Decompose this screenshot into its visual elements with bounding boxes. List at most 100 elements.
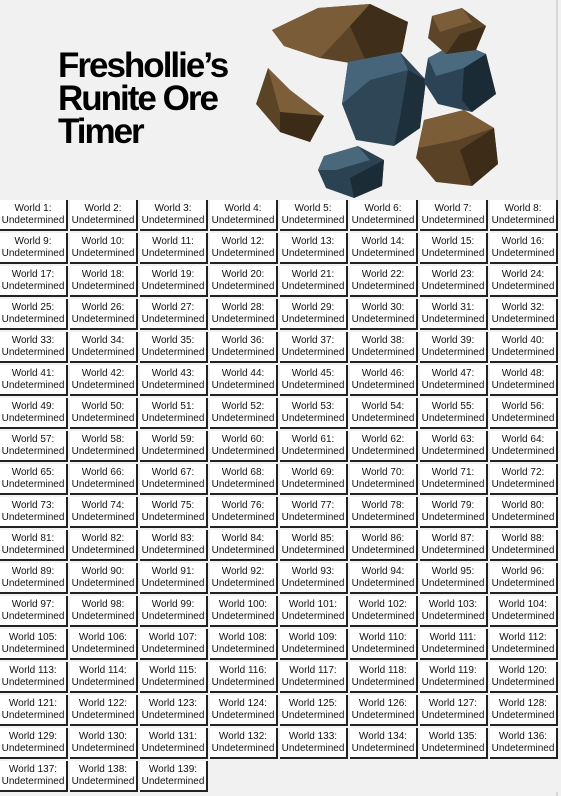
world-cell[interactable]: World 65: Undetermined <box>0 464 68 495</box>
world-cell[interactable]: World 39: Undetermined <box>420 332 488 363</box>
world-cell[interactable]: World 82: Undetermined <box>70 530 138 561</box>
world-cell[interactable]: World 20: Undetermined <box>210 266 278 297</box>
world-cell[interactable]: World 95: Undetermined <box>420 563 488 594</box>
world-cell[interactable]: World 125: Undetermined <box>280 695 348 726</box>
world-cell[interactable]: World 22: Undetermined <box>350 266 418 297</box>
world-cell[interactable]: World 92: Undetermined <box>210 563 278 594</box>
world-cell[interactable]: World 51: Undetermined <box>140 398 208 429</box>
world-cell[interactable]: World 88: Undetermined <box>490 530 558 561</box>
world-cell[interactable]: World 28: Undetermined <box>210 299 278 330</box>
world-cell[interactable]: World 93: Undetermined <box>280 563 348 594</box>
world-cell[interactable]: World 59: Undetermined <box>140 431 208 462</box>
world-cell[interactable]: World 34: Undetermined <box>70 332 138 363</box>
world-cell[interactable]: World 111: Undetermined <box>420 629 488 660</box>
world-cell[interactable]: World 9: Undetermined <box>0 233 68 264</box>
world-cell[interactable]: World 124: Undetermined <box>210 695 278 726</box>
world-cell[interactable]: World 46: Undetermined <box>350 365 418 396</box>
world-cell[interactable]: World 128: Undetermined <box>490 695 558 726</box>
world-cell[interactable]: World 32: Undetermined <box>490 299 558 330</box>
world-cell[interactable]: World 17: Undetermined <box>0 266 68 297</box>
world-cell[interactable]: World 19: Undetermined <box>140 266 208 297</box>
world-cell[interactable]: World 126: Undetermined <box>350 695 418 726</box>
world-cell[interactable]: World 27: Undetermined <box>140 299 208 330</box>
world-cell[interactable]: World 8: Undetermined <box>490 200 558 231</box>
world-cell[interactable]: World 35: Undetermined <box>140 332 208 363</box>
world-cell[interactable]: World 57: Undetermined <box>0 431 68 462</box>
world-cell[interactable]: World 38: Undetermined <box>350 332 418 363</box>
world-cell[interactable]: World 109: Undetermined <box>280 629 348 660</box>
world-cell[interactable]: World 18: Undetermined <box>70 266 138 297</box>
world-cell[interactable]: World 117: Undetermined <box>280 662 348 693</box>
world-cell[interactable]: World 136: Undetermined <box>490 728 558 759</box>
world-cell[interactable]: World 24: Undetermined <box>490 266 558 297</box>
world-cell[interactable]: World 53: Undetermined <box>280 398 348 429</box>
world-cell[interactable]: World 106: Undetermined <box>70 629 138 660</box>
world-cell[interactable]: World 132: Undetermined <box>210 728 278 759</box>
world-cell[interactable]: World 78: Undetermined <box>350 497 418 528</box>
world-cell[interactable]: World 43: Undetermined <box>140 365 208 396</box>
world-cell[interactable]: World 85: Undetermined <box>280 530 348 561</box>
world-cell[interactable]: World 119: Undetermined <box>420 662 488 693</box>
world-cell[interactable]: World 50: Undetermined <box>70 398 138 429</box>
world-cell[interactable]: World 12: Undetermined <box>210 233 278 264</box>
world-cell[interactable]: World 139: Undetermined <box>140 761 208 792</box>
world-cell[interactable]: World 52: Undetermined <box>210 398 278 429</box>
world-cell[interactable]: World 2: Undetermined <box>70 200 138 231</box>
world-cell[interactable]: World 80: Undetermined <box>490 497 558 528</box>
world-cell[interactable]: World 129: Undetermined <box>0 728 68 759</box>
world-cell[interactable]: World 101: Undetermined <box>280 596 348 627</box>
world-cell[interactable]: World 14: Undetermined <box>350 233 418 264</box>
world-cell[interactable]: World 90: Undetermined <box>70 563 138 594</box>
world-cell[interactable]: World 36: Undetermined <box>210 332 278 363</box>
world-cell[interactable]: World 63: Undetermined <box>420 431 488 462</box>
world-cell[interactable]: World 114: Undetermined <box>70 662 138 693</box>
world-cell[interactable]: World 79: Undetermined <box>420 497 488 528</box>
world-cell[interactable]: World 70: Undetermined <box>350 464 418 495</box>
world-cell[interactable]: World 110: Undetermined <box>350 629 418 660</box>
world-cell[interactable]: World 91: Undetermined <box>140 563 208 594</box>
world-cell[interactable]: World 120: Undetermined <box>490 662 558 693</box>
world-cell[interactable]: World 105: Undetermined <box>0 629 68 660</box>
world-cell[interactable]: World 66: Undetermined <box>70 464 138 495</box>
world-cell[interactable]: World 13: Undetermined <box>280 233 348 264</box>
world-cell[interactable]: World 48: Undetermined <box>490 365 558 396</box>
world-cell[interactable]: World 64: Undetermined <box>490 431 558 462</box>
world-cell[interactable]: World 16: Undetermined <box>490 233 558 264</box>
world-cell[interactable]: World 7: Undetermined <box>420 200 488 231</box>
world-cell[interactable]: World 130: Undetermined <box>70 728 138 759</box>
world-cell[interactable]: World 137: Undetermined <box>0 761 68 792</box>
world-cell[interactable]: World 15: Undetermined <box>420 233 488 264</box>
world-cell[interactable]: World 10: Undetermined <box>70 233 138 264</box>
world-cell[interactable]: World 115: Undetermined <box>140 662 208 693</box>
world-cell[interactable]: World 67: Undetermined <box>140 464 208 495</box>
world-cell[interactable]: World 84: Undetermined <box>210 530 278 561</box>
world-cell[interactable]: World 75: Undetermined <box>140 497 208 528</box>
world-cell[interactable]: World 3: Undetermined <box>140 200 208 231</box>
world-cell[interactable]: World 74: Undetermined <box>70 497 138 528</box>
world-cell[interactable]: World 104: Undetermined <box>490 596 558 627</box>
world-cell[interactable]: World 112: Undetermined <box>490 629 558 660</box>
world-cell[interactable]: World 45: Undetermined <box>280 365 348 396</box>
world-cell[interactable]: World 37: Undetermined <box>280 332 348 363</box>
world-cell[interactable]: World 68: Undetermined <box>210 464 278 495</box>
world-cell[interactable]: World 116: Undetermined <box>210 662 278 693</box>
world-cell[interactable]: World 72: Undetermined <box>490 464 558 495</box>
world-cell[interactable]: World 138: Undetermined <box>70 761 138 792</box>
world-cell[interactable]: World 61: Undetermined <box>280 431 348 462</box>
world-cell[interactable]: World 25: Undetermined <box>0 299 68 330</box>
world-cell[interactable]: World 30: Undetermined <box>350 299 418 330</box>
world-cell[interactable]: World 98: Undetermined <box>70 596 138 627</box>
world-cell[interactable]: World 122: Undetermined <box>70 695 138 726</box>
world-cell[interactable]: World 60: Undetermined <box>210 431 278 462</box>
world-cell[interactable]: World 49: Undetermined <box>0 398 68 429</box>
world-cell[interactable]: World 97: Undetermined <box>0 596 68 627</box>
world-cell[interactable]: World 4: Undetermined <box>210 200 278 231</box>
world-cell[interactable]: World 77: Undetermined <box>280 497 348 528</box>
world-cell[interactable]: World 55: Undetermined <box>420 398 488 429</box>
world-cell[interactable]: World 71: Undetermined <box>420 464 488 495</box>
world-cell[interactable]: World 69: Undetermined <box>280 464 348 495</box>
world-cell[interactable]: World 108: Undetermined <box>210 629 278 660</box>
world-cell[interactable]: World 31: Undetermined <box>420 299 488 330</box>
world-cell[interactable]: World 58: Undetermined <box>70 431 138 462</box>
world-cell[interactable]: World 118: Undetermined <box>350 662 418 693</box>
